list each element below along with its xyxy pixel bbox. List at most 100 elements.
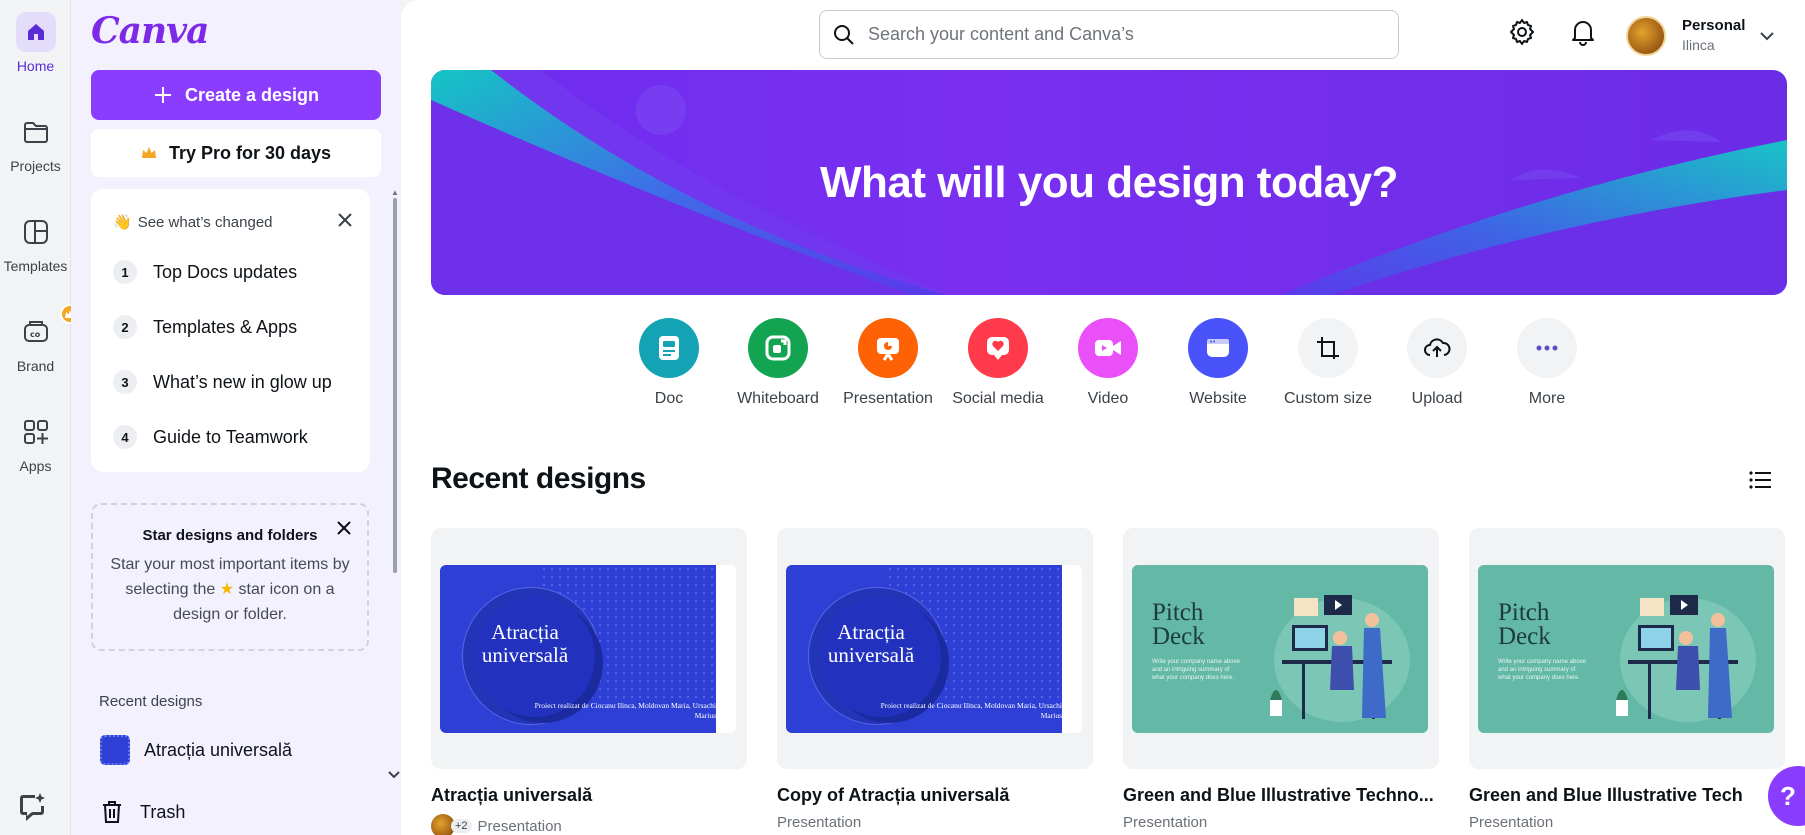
chevron-down-icon[interactable]: [388, 766, 400, 784]
account-user: Ilinca: [1682, 37, 1715, 53]
ctype-label: Custom size: [1283, 390, 1373, 407]
slide-title: Atracția universală: [481, 620, 569, 667]
panel-scrollbar[interactable]: [393, 198, 397, 573]
canva-logo[interactable]: Canva: [91, 10, 209, 52]
banner-title: What will you design today?: [819, 158, 1399, 207]
ctype-label: More: [1528, 390, 1566, 407]
upload[interactable]: Upload: [1382, 318, 1492, 408]
home-icon: [15, 12, 56, 52]
doc-icon: [639, 318, 699, 378]
left-rail: Home Projects Templates co Brand Apps: [0, 0, 80, 835]
design-name[interactable]: Atracția universală: [431, 785, 747, 806]
star-tip-description: Star your most important items by select…: [105, 552, 355, 627]
brand-icon: co: [16, 304, 80, 352]
change-number: 1: [113, 260, 137, 284]
rail-apps[interactable]: Apps: [0, 412, 71, 474]
slide-title: Atracția universală: [827, 620, 915, 667]
close-icon[interactable]: [338, 213, 352, 232]
design-thumbnail[interactable]: Pitch Deck Write your company name above…: [1469, 528, 1785, 769]
design-thumbnail[interactable]: Pitch Deck Write your company name above…: [1123, 528, 1439, 769]
account-switcher[interactable]: Personal Ilinca: [1682, 17, 1745, 53]
create-video[interactable]: Video: [1053, 318, 1163, 408]
magic-chat-icon[interactable]: [16, 790, 48, 827]
design-meta: +2 Presentation: [431, 814, 747, 835]
design-thumbnail[interactable]: Atracția universală Proiect realizat de …: [431, 528, 747, 769]
change-item-2[interactable]: 2 Templates & Apps: [113, 315, 297, 339]
ctype-label: Doc: [654, 390, 684, 407]
ctype-label: Presentation: [843, 390, 933, 407]
design-meta: Presentation: [1469, 814, 1785, 831]
create-doc[interactable]: Doc: [614, 318, 724, 408]
rail-brand-label: Brand: [16, 358, 55, 374]
search-input[interactable]: [868, 24, 1368, 45]
create-presentation[interactable]: Presentation: [833, 318, 943, 408]
bell-icon[interactable]: [1570, 18, 1596, 51]
rail-brand[interactable]: co Brand: [0, 304, 80, 374]
office-illustration: [1616, 595, 1756, 722]
design-type: Presentation: [1123, 814, 1208, 831]
search-icon: [834, 24, 854, 45]
whats-changed-title: See what’s changed: [137, 213, 273, 231]
scroll-up-arrow[interactable]: ▲: [391, 188, 399, 197]
rail-home-label: Home: [16, 58, 55, 74]
design-thumbnail: [100, 735, 130, 765]
change-item-1[interactable]: 1 Top Docs updates: [113, 260, 297, 284]
change-item-3[interactable]: 3 What’s new in glow up: [113, 370, 332, 394]
gear-icon[interactable]: [1508, 18, 1536, 51]
office-illustration: [1270, 595, 1410, 722]
star-tip-title: Star designs and folders: [142, 527, 318, 544]
rail-projects[interactable]: Projects: [0, 112, 71, 174]
design-name[interactable]: Copy of Atracția universală: [777, 785, 1093, 806]
more-options[interactable]: More: [1492, 318, 1602, 408]
chevron-down-icon[interactable]: [1760, 28, 1774, 46]
upload-icon: [1407, 318, 1467, 378]
design-meta: Presentation: [1123, 814, 1439, 831]
create-custom-size[interactable]: Custom size: [1273, 318, 1383, 408]
change-item-4[interactable]: 4 Guide to Teamwork: [113, 425, 308, 449]
main-content: Personal Ilinca What will you design tod…: [401, 0, 1805, 835]
whats-changed-heading: 👋 See what’s changed: [113, 213, 273, 232]
design-thumbnail[interactable]: Atracția universală Proiect realizat de …: [777, 528, 1093, 769]
svg-text:co: co: [30, 330, 41, 339]
trash-item[interactable]: Trash: [100, 799, 185, 825]
slide-preview: Atracția universală Proiect realizat de …: [440, 565, 736, 733]
create-website[interactable]: Website: [1163, 318, 1273, 408]
rail-templates[interactable]: Templates: [0, 212, 71, 274]
side-panel: Canva Create a design Try Pro for 30 day…: [71, 0, 401, 835]
wave-hand-icon: 👋: [113, 214, 132, 231]
try-pro-button[interactable]: Try Pro for 30 days: [91, 129, 381, 177]
recent-design-name: Atracția universală: [144, 739, 293, 760]
recent-design-item[interactable]: Atracția universală: [100, 735, 292, 765]
create-design-button[interactable]: Create a design: [91, 70, 381, 120]
design-meta: Presentation: [777, 814, 1093, 831]
design-name[interactable]: Green and Blue Illustrative Techno...: [1123, 785, 1439, 806]
design-card[interactable]: Pitch Deck Write your company name above…: [1123, 528, 1439, 831]
templates-icon: [16, 212, 56, 252]
list-view-icon[interactable]: [1749, 470, 1771, 495]
slide-preview: Atracția universală Proiect realizat de …: [786, 565, 1082, 733]
rail-home[interactable]: Home: [0, 12, 71, 74]
slide-subtitle: Write your company name above and an int…: [1152, 659, 1240, 681]
search-bar[interactable]: [819, 10, 1399, 59]
design-type: Presentation: [777, 814, 862, 831]
design-name[interactable]: Green and Blue Illustrative Tech: [1469, 785, 1785, 806]
ctype-label: Social media: [952, 390, 1044, 407]
avatar[interactable]: [1626, 16, 1666, 56]
try-pro-label: Try Pro for 30 days: [168, 142, 332, 163]
design-card[interactable]: Atracția universală Proiect realizat de …: [777, 528, 1093, 831]
change-label: Guide to Teamwork: [153, 426, 308, 447]
trash-icon: [103, 801, 121, 823]
rail-apps-label: Apps: [19, 458, 52, 474]
ctype-label: Upload: [1411, 390, 1463, 407]
slide-preview: Pitch Deck Write your company name above…: [1478, 565, 1774, 733]
change-label: Templates & Apps: [153, 316, 298, 337]
slide-subtitle: Write your company name above and an int…: [1498, 659, 1586, 681]
star-icon: ★: [219, 581, 235, 598]
slide-preview: Pitch Deck Write your company name above…: [1132, 565, 1428, 733]
design-card[interactable]: Pitch Deck Write your company name above…: [1469, 528, 1785, 831]
create-social-media[interactable]: Social media: [943, 318, 1053, 408]
design-type: Presentation: [1469, 814, 1554, 831]
close-icon[interactable]: [337, 521, 351, 540]
design-card[interactable]: Atracția universală Proiect realizat de …: [431, 528, 747, 835]
create-whiteboard[interactable]: Whiteboard: [723, 318, 833, 408]
